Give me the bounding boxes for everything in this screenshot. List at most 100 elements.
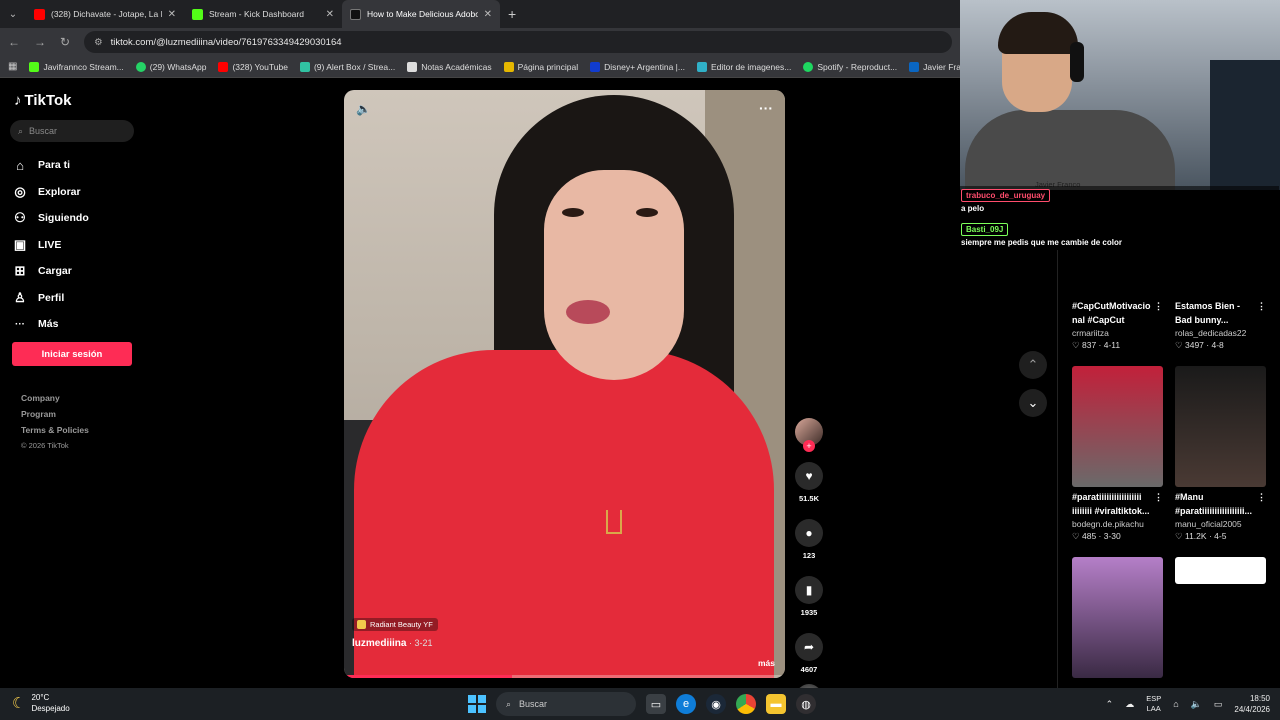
card-thumbnail[interactable]	[1175, 557, 1266, 584]
video-card[interactable]: #Manu #paratiiiiiiiiiiiiiiiii... ⋮ manu_o…	[1175, 366, 1266, 542]
url-text: tiktok.com/@luzmediiina/video/7619763349…	[110, 36, 342, 48]
taskbar-search[interactable]: ⌕ Buscar	[496, 692, 636, 716]
video-card[interactable]: #CapCutMotivacio nal #CapCut ⋮ crmariitza…	[1072, 296, 1163, 351]
bookmark[interactable]: Disney+ Argentina |...	[590, 61, 685, 72]
card-thumbnail[interactable]	[1175, 366, 1266, 487]
more-options-icon[interactable]: ···	[759, 100, 773, 116]
card-thumbnail[interactable]	[1072, 366, 1163, 487]
obs-icon[interactable]: ◍	[796, 694, 816, 714]
video-progress-bar[interactable]	[344, 675, 785, 678]
bookmark[interactable]: Editor de imagenes...	[696, 61, 791, 72]
browser-tab-kick[interactable]: Stream - Kick Dashboard ✕	[184, 0, 342, 28]
video-card[interactable]	[1175, 557, 1266, 584]
start-button[interactable]	[468, 695, 486, 713]
forward-icon[interactable]: →	[34, 35, 46, 49]
more-link[interactable]: más	[758, 658, 775, 668]
bookmark[interactable]: (328) YouTube	[218, 61, 288, 72]
author-avatar[interactable]: +	[795, 418, 823, 452]
video-card[interactable]	[1072, 557, 1163, 678]
save-button[interactable]: ▮	[795, 576, 823, 604]
tiktok-icon	[350, 8, 361, 20]
next-video-button[interactable]: ⌄	[1019, 389, 1047, 417]
file-explorer-icon[interactable]: ▬	[766, 694, 786, 714]
card-stats: ♡ 11.2K · 4-5	[1175, 531, 1227, 541]
close-icon[interactable]: ✕	[326, 9, 334, 20]
task-view-icon[interactable]: ▭	[646, 694, 666, 714]
battery-icon[interactable]: ▭	[1214, 699, 1223, 710]
steam-icon[interactable]: ◉	[706, 694, 726, 714]
tiktok-logo[interactable]: ♪ TikTok	[14, 92, 71, 109]
language-indicator[interactable]: ESP LAA	[1146, 694, 1161, 714]
search-icon: ⌕	[506, 698, 512, 709]
sidebar-item-mas[interactable]: ··· Más	[12, 311, 142, 338]
video-player[interactable]: 🔈 ··· Radiant Beauty YF luzmediiina · 3-…	[344, 90, 785, 678]
bookmark[interactable]: Notas Académicas	[407, 61, 492, 72]
video-subject	[562, 208, 584, 217]
bookmark[interactable]: (29) WhatsApp	[135, 61, 206, 72]
sidebar-item-explorar[interactable]: ◎ Explorar	[12, 179, 142, 206]
video-card[interactable]: Estamos Bien - Bad bunny... ⋮ rolas_dedic…	[1175, 296, 1266, 351]
sidebar-item-para-ti[interactable]: ⌂ Para ti	[12, 152, 142, 179]
sidebar-item-live[interactable]: ▣ LIVE	[12, 232, 142, 259]
bookmark[interactable]: Javifrannco Stream...	[29, 61, 124, 72]
sidebar-item-siguiendo[interactable]: ⚇ Siguiendo	[12, 205, 142, 232]
browser-tab-youtube[interactable]: (328) Dichavate - Jotape, La Bo ✕	[26, 0, 184, 28]
bookmark[interactable]: (9) Alert Box / Strea...	[299, 61, 395, 72]
more-icon[interactable]: ⋮	[1154, 300, 1163, 314]
effect-tag[interactable]: Radiant Beauty YF	[352, 618, 438, 631]
bookmark-icon: ▮	[805, 583, 813, 597]
volume-icon[interactable]: 🔈	[1191, 699, 1202, 710]
browser-tab-tiktok[interactable]: How to Make Delicious Adobo ✕	[342, 0, 500, 28]
chat-message: trabuco_de_uruguay a pelo	[957, 186, 1279, 216]
more-icon: ···	[15, 318, 25, 330]
reload-icon[interactable]: ↻	[60, 35, 70, 49]
taskbar-apps: ⌕ Buscar ▭ e ◉ ▬ ◍	[468, 692, 816, 716]
footer-link-company[interactable]: Company	[21, 390, 89, 406]
clock[interactable]: 18:50 24/4/2026	[1234, 693, 1270, 715]
previous-video-button[interactable]: ⌃	[1019, 351, 1047, 379]
footer-link-terms[interactable]: Terms & Policies	[21, 422, 89, 438]
edge-icon[interactable]: e	[676, 694, 696, 714]
bookmark[interactable]: Javier Franco | Link	[909, 61, 960, 72]
search-input[interactable]: ⌕ Buscar	[10, 120, 134, 142]
card-author: manu_oficial2005	[1175, 519, 1242, 529]
webcam-background	[1210, 60, 1280, 190]
browser-tab-bar: ⌄ (328) Dichavate - Jotape, La Bo ✕ Stre…	[0, 0, 960, 28]
weather-widget[interactable]: ☾ 20°C Despejado	[12, 692, 70, 714]
more-icon[interactable]: ⋮	[1257, 491, 1266, 505]
card-thumbnail[interactable]	[1072, 557, 1163, 678]
more-icon[interactable]: ⋮	[1154, 491, 1163, 505]
site-info-icon[interactable]: ⚙	[94, 37, 103, 48]
video-author[interactable]: luzmediiina · 3-21	[352, 638, 432, 649]
network-icon[interactable]: ⌂	[1173, 699, 1178, 709]
new-tab-button[interactable]: +	[500, 6, 516, 22]
bookmark-icon	[803, 61, 814, 72]
url-field[interactable]: ⚙ tiktok.com/@luzmediiina/video/76197633…	[84, 31, 952, 53]
back-icon[interactable]: ←	[8, 35, 20, 49]
login-button[interactable]: Iniciar sesión	[12, 342, 132, 366]
share-button[interactable]: ➦	[795, 633, 823, 661]
apps-icon[interactable]: ▦	[8, 61, 17, 72]
more-icon[interactable]: ⋮	[1257, 300, 1266, 314]
card-author: rolas_dedicadas22	[1175, 328, 1247, 338]
comment-button[interactable]: ●	[795, 519, 823, 547]
volume-icon[interactable]: 🔈	[356, 102, 371, 116]
video-card[interactable]: #paratiiiiiiiiiiiiiiiii iiiiiiii #viralt…	[1072, 366, 1163, 542]
follow-plus-icon[interactable]: +	[803, 440, 815, 452]
sidebar-item-perfil[interactable]: ♙ Perfil	[12, 285, 142, 312]
sidebar-item-cargar[interactable]: ⊞ Cargar	[12, 258, 142, 285]
action-rail: + ♥ 51.5K ● 123 ▮ 1935 ➦ 4607	[792, 418, 826, 710]
bookmark[interactable]: Página principal	[503, 61, 578, 72]
tab-title: How to Make Delicious Adobo	[367, 9, 478, 19]
chrome-icon[interactable]	[736, 694, 756, 714]
footer-link-program[interactable]: Program	[21, 406, 89, 422]
tab-search-icon[interactable]: ⌄	[0, 0, 26, 28]
close-icon[interactable]: ✕	[168, 9, 176, 20]
close-icon[interactable]: ✕	[484, 9, 492, 20]
youtube-icon	[34, 8, 45, 20]
chevron-up-icon[interactable]: ⌃	[1106, 699, 1114, 710]
onedrive-icon[interactable]: ☁	[1125, 699, 1134, 710]
like-button[interactable]: ♥	[795, 462, 823, 490]
bookmark[interactable]: Spotify - Reproduct...	[803, 61, 897, 72]
bookmark-icon	[135, 61, 146, 72]
